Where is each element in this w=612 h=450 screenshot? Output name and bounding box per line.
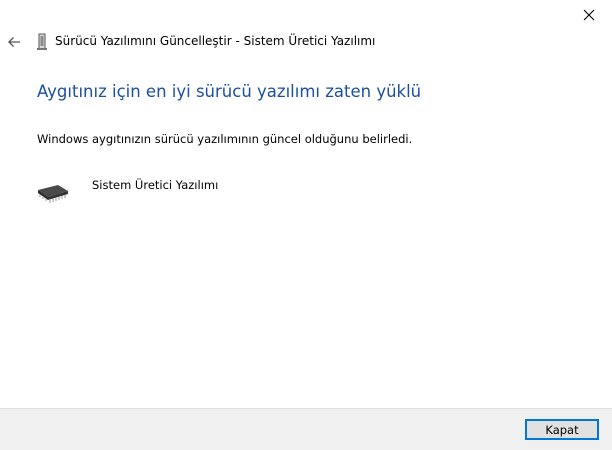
back-arrow-icon [8,37,20,47]
footer-bar: Kapat [0,408,612,450]
window-close-button[interactable] [566,0,612,30]
page-heading: Aygıtınız için en iyi sürücü yazılımı za… [37,82,422,101]
close-icon [583,9,595,21]
device-icon [37,33,47,50]
window-title: Sürücü Yazılımını Güncelleştir - Sistem … [55,34,376,48]
status-message: Windows aygıtınızın sürücü yazılımının g… [37,132,413,146]
close-button[interactable]: Kapat [525,419,599,440]
driver-name: Sistem Üretici Yazılımı [92,178,219,192]
back-button[interactable] [2,30,26,54]
chip-icon [38,185,68,203]
